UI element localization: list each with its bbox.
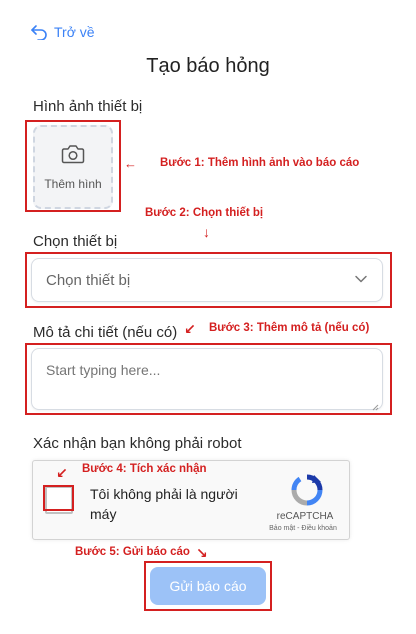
add-image-button[interactable]: Thêm hình [33,125,113,209]
recaptcha-logo-icon [290,473,324,512]
step3-annotation: Bước 3: Thêm mô tả (nếu có) [209,322,370,334]
chevron-down-icon [354,271,368,289]
recaptcha-text: Tôi không phải là người máy [90,486,238,522]
step1-annotation: Bước 1: Thêm hình ảnh vào báo cáo [160,157,360,169]
camera-icon [61,144,85,169]
step4-highlight [43,485,74,511]
step2-annotation: Bước 2: Chọn thiết bị [145,207,264,219]
page-title: Tạo báo hỏng [146,55,270,77]
step4-annotation: Bước 4: Tích xác nhận [82,463,207,475]
back-link[interactable]: Trở về [30,24,95,40]
step5-arrow-icon: ↘ [196,545,208,561]
back-label: Trở về [54,24,95,40]
description-textarea[interactable]: Start typing here... [31,348,383,411]
back-arrow-icon [30,24,48,40]
resize-handle-icon[interactable] [371,398,379,411]
device-section-label: Chọn thiết bị [33,233,118,250]
device-select[interactable]: Chọn thiết bị [31,258,383,302]
step4-arrow-icon: ↙ [56,465,68,481]
description-placeholder: Start typing here... [46,362,161,378]
submit-report-button[interactable]: Gửi báo cáo [150,567,266,605]
add-image-label: Thêm hình [44,176,102,191]
step3-arrow-icon: ↙ [184,321,196,337]
recaptcha-terms-link[interactable]: Bảo mật - Điều khoản [255,525,351,532]
description-section-label: Mô tả chi tiết (nếu có) [33,324,178,341]
step2-arrow-icon: ↓ [203,224,210,240]
device-select-value: Chọn thiết bị [46,271,131,289]
image-section-label: Hình ảnh thiết bị [33,98,143,115]
recaptcha-brand: reCAPTCHA [276,511,334,522]
step1-arrow-icon: ← [124,156,137,171]
captcha-section-label: Xác nhận bạn không phải robot [33,435,242,452]
step5-annotation: Bước 5: Gửi báo cáo [75,546,190,558]
